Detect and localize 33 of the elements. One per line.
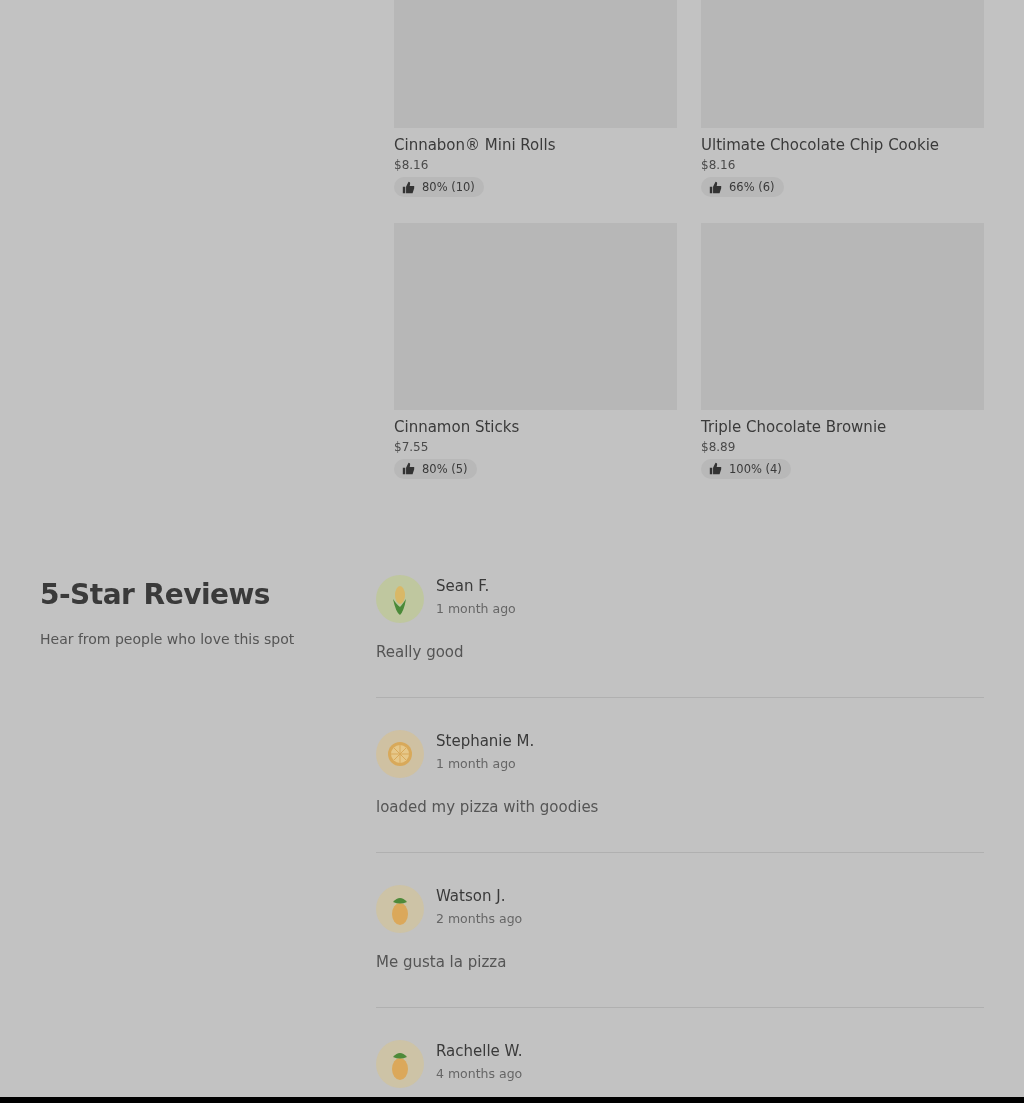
rating-badge: 80% (10) (394, 177, 484, 197)
review-time: 2 months ago (436, 911, 523, 926)
thumbs-up-icon (709, 462, 722, 475)
review-time: 1 month ago (436, 601, 516, 616)
item-price: $8.89 (701, 439, 737, 454)
item-name: Ultimate Chocolate Chip Cookie (701, 135, 941, 155)
section-title: 5-Star Reviews (40, 577, 272, 613)
rating-badge: 66% (6) (701, 177, 784, 197)
reviewer-name: Watson J. (436, 887, 507, 905)
reviewer-name: Sean F. (436, 577, 491, 595)
section-subtitle: Hear from people who love this spot (40, 631, 296, 647)
item-name: Cinnamon Sticks (394, 416, 521, 437)
item-name: Cinnabon® Mini Rolls (394, 135, 557, 155)
reviewer-name: Stephanie M. (436, 732, 535, 750)
item-name: Triple Chocolate Brownie (701, 416, 888, 437)
reviewer-name: Rachelle W. (436, 1042, 523, 1060)
rating-badge: 80% (5) (394, 458, 477, 479)
review-text: Me gusta la pizza (376, 953, 508, 971)
review-time: 1 month ago (436, 756, 517, 771)
avatar-icon (376, 885, 424, 933)
avatar-icon (376, 1040, 424, 1088)
avatar-icon (376, 575, 424, 623)
thumbs-up-icon (709, 180, 722, 194)
avatar-icon (376, 730, 424, 778)
thumbs-up-icon (402, 180, 415, 194)
item-price: $8.16 (701, 158, 737, 172)
item-price: $7.55 (394, 439, 430, 454)
item-price: $8.16 (394, 158, 430, 172)
review-text: Really good (376, 643, 465, 661)
review-text: loaded my pizza with goodies (376, 798, 600, 816)
thumbs-up-icon (402, 462, 415, 475)
rating-badge: 100% (4) (701, 458, 791, 479)
review-time: 4 months ago (436, 1066, 523, 1081)
